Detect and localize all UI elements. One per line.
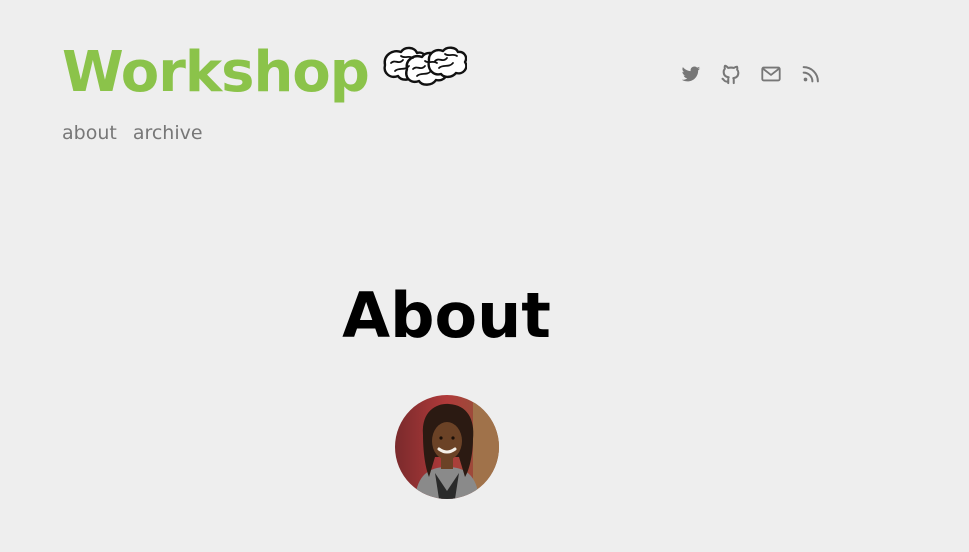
- nav-about-link[interactable]: about: [62, 122, 117, 144]
- github-link[interactable]: [720, 63, 742, 85]
- avatar: [395, 395, 499, 499]
- brain-logo-icon: [383, 46, 467, 86]
- social-links: [680, 63, 822, 85]
- site-title-link[interactable]: Workshop: [62, 38, 467, 108]
- nav-archive-link[interactable]: archive: [133, 122, 203, 144]
- github-icon: [721, 64, 740, 85]
- rss-link[interactable]: [800, 63, 822, 85]
- main-nav: about archive: [62, 122, 203, 144]
- site-title: Workshop: [62, 40, 370, 105]
- page-title: About: [342, 279, 551, 352]
- email-link[interactable]: [760, 63, 782, 85]
- twitter-link[interactable]: [680, 63, 702, 85]
- twitter-icon: [681, 66, 701, 82]
- mail-icon: [761, 66, 781, 82]
- rss-icon: [802, 66, 819, 83]
- page: Workshop about archive About: [0, 0, 969, 552]
